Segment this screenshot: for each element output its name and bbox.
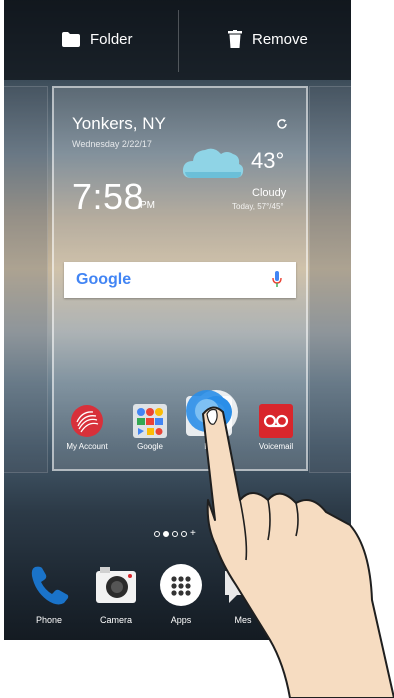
pointing-hand-icon <box>202 406 394 698</box>
touch-gesture-overlay <box>186 390 394 698</box>
